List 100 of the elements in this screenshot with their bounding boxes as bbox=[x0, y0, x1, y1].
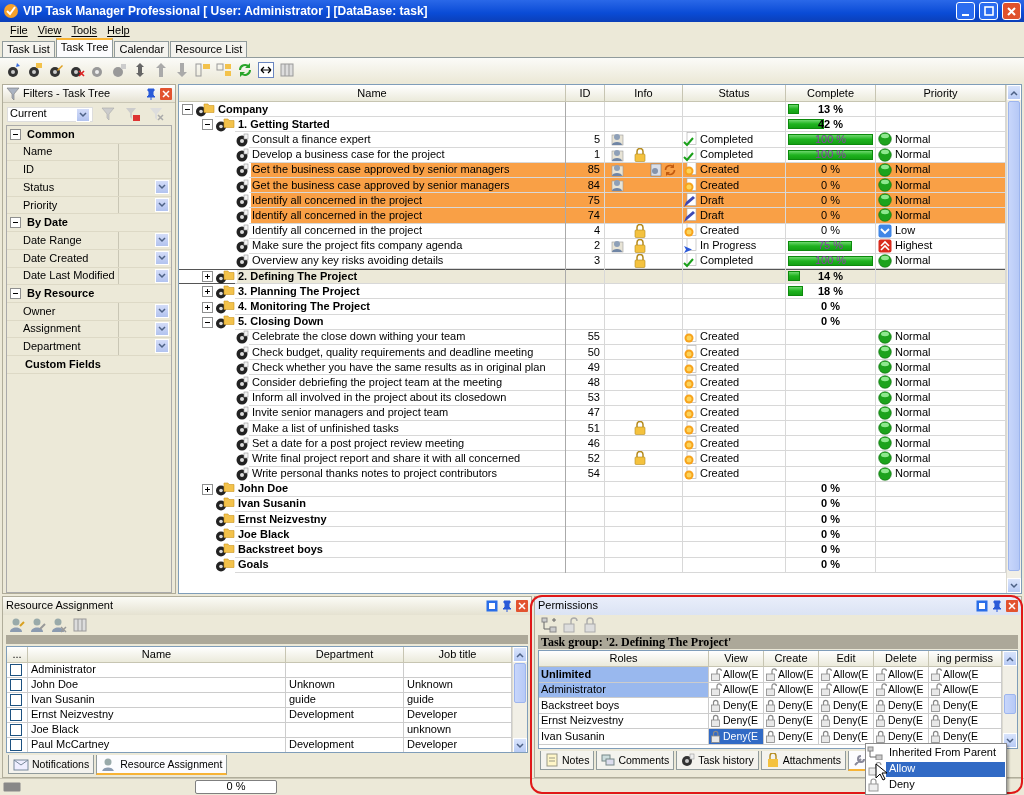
tab[interactable]: Task List bbox=[2, 40, 55, 57]
column-header[interactable]: Status bbox=[683, 85, 786, 101]
menu-item[interactable]: Inherited From Parent bbox=[886, 745, 1005, 761]
column-header[interactable]: ing permiss bbox=[929, 651, 1002, 667]
tree-row[interactable]: Joe Black 0 % bbox=[179, 527, 1006, 543]
permission-cell[interactable]: Allow(E bbox=[874, 667, 929, 683]
permission-cell[interactable]: Allow(E bbox=[929, 667, 1002, 683]
tree-row[interactable]: Make a list of unfinished tasks 51 Created Normal bbox=[179, 420, 1006, 437]
tree-row[interactable]: Set a date for a post project review meeting 46 Created Normal bbox=[179, 436, 1006, 452]
task-name[interactable]: Identify all concerned in the project bbox=[249, 208, 565, 224]
tab[interactable]: Resource Assignment bbox=[96, 755, 228, 775]
menu-item[interactable]: View bbox=[37, 24, 62, 38]
column-header[interactable]: Edit bbox=[819, 651, 874, 667]
permission-cell[interactable]: Allow(E bbox=[709, 682, 764, 698]
task-name[interactable]: Develop a business case for the project bbox=[249, 147, 565, 163]
tree-row[interactable]: Backstreet boys 0 % bbox=[179, 542, 1006, 558]
task-name[interactable]: Identify all concerned in the project bbox=[249, 223, 565, 239]
tree-row[interactable]: Develop a business case for the project 1 Completed 100 % Normal bbox=[179, 147, 1006, 163]
task-name[interactable]: Invite senior managers and project team bbox=[249, 405, 565, 421]
role-name[interactable]: Ivan Susanin bbox=[539, 729, 709, 745]
column-header[interactable]: Department bbox=[286, 647, 404, 663]
permission-cell[interactable]: Deny(E bbox=[764, 729, 819, 745]
menu-item[interactable]: Help bbox=[107, 24, 130, 38]
task-name[interactable]: 5. Closing Down bbox=[235, 314, 565, 330]
task-name[interactable]: 4. Monitoring The Project bbox=[235, 299, 565, 315]
column-header[interactable]: Name bbox=[179, 85, 566, 101]
task-name[interactable]: Joe Black bbox=[235, 527, 565, 543]
tree-row[interactable]: Make sure the project fits company agenda 2 In Progress 75 % Highest bbox=[179, 238, 1006, 254]
tree-row[interactable]: Identify all concerned in the project 4 Created 0 % Low bbox=[179, 223, 1006, 239]
tree-row[interactable]: Invite senior managers and project team 47 Created Normal bbox=[179, 405, 1006, 421]
task-name[interactable]: Check budget, quality requirements and deadline meeting bbox=[249, 345, 565, 361]
tab[interactable]: Notes bbox=[540, 751, 595, 770]
tree-row[interactable]: 4. Monitoring The Project 0 % bbox=[179, 299, 1006, 315]
tree-row[interactable]: Write personal thanks notes to project contributors 54 Created Normal bbox=[179, 466, 1006, 482]
permission-cell[interactable]: Allow(E bbox=[819, 667, 874, 683]
task-name[interactable]: Write final project report and share it with all concerned bbox=[249, 451, 565, 467]
permission-cell[interactable]: Deny(E bbox=[709, 729, 764, 745]
permission-cell[interactable]: Allow(E bbox=[764, 682, 819, 698]
permission-cell[interactable]: Deny(E bbox=[929, 713, 1002, 729]
tree-row[interactable]: Check whether you have the same results as in original plan 49 Created Normal bbox=[179, 360, 1006, 376]
task-name[interactable]: Set a date for a post project review meeting bbox=[249, 436, 565, 452]
menu-item[interactable]: Allow bbox=[886, 761, 1005, 777]
task-name[interactable]: Celebrate the close down withing your team bbox=[249, 329, 565, 345]
role-name[interactable]: Backstreet boys bbox=[539, 698, 709, 714]
tree-row[interactable]: Goals 0 % bbox=[179, 557, 1006, 573]
task-name[interactable]: Make sure the project fits company agenda bbox=[249, 238, 565, 254]
permission-cell[interactable]: Deny(E bbox=[819, 713, 874, 729]
tree-row[interactable]: 5. Closing Down 0 % bbox=[179, 314, 1006, 330]
task-name[interactable]: Check whether you have the same results as in original plan bbox=[249, 360, 565, 376]
permission-cell[interactable]: Deny(E bbox=[874, 713, 929, 729]
role-name[interactable]: Ernst Neizvestny bbox=[539, 713, 709, 729]
task-name[interactable]: Ivan Susanin bbox=[235, 496, 565, 513]
tab[interactable]: Calendar bbox=[114, 40, 170, 57]
tab[interactable]: Resource List bbox=[170, 40, 248, 57]
column-header[interactable]: Roles bbox=[539, 651, 709, 667]
tab[interactable]: Task history bbox=[676, 751, 759, 770]
task-name[interactable]: 2. Defining The Project bbox=[235, 269, 565, 285]
permission-cell[interactable]: Deny(E bbox=[929, 698, 1002, 714]
preset-dropdown[interactable]: Current bbox=[7, 106, 93, 122]
column-header[interactable]: Job title bbox=[404, 647, 512, 663]
permission-cell[interactable]: Deny(E bbox=[764, 698, 819, 714]
tab[interactable]: Task Tree bbox=[55, 37, 114, 57]
permission-cell[interactable]: Deny(E bbox=[764, 713, 819, 729]
role-name[interactable]: Unlimited bbox=[539, 667, 709, 683]
column-header[interactable]: Info bbox=[605, 85, 683, 101]
tree-row[interactable]: 3. Planning The Project 18 % bbox=[179, 284, 1006, 300]
task-name[interactable]: Write personal thanks notes to project contributors bbox=[249, 466, 565, 482]
tree-row[interactable]: John Doe 0 % bbox=[179, 481, 1006, 497]
tab[interactable]: Notifications bbox=[8, 755, 95, 774]
column-header[interactable]: ... bbox=[7, 647, 28, 663]
tree-row[interactable]: Consider debriefing the project team at the meeting 48 Created Normal bbox=[179, 375, 1006, 391]
menu-item[interactable]: Deny bbox=[886, 777, 1005, 793]
tree-row[interactable]: Celebrate the close down withing your team 55 Created Normal bbox=[179, 329, 1006, 345]
tree-row[interactable]: Check budget, quality requirements and deadline meeting 50 Created Normal bbox=[179, 345, 1006, 361]
column-header[interactable]: Name bbox=[28, 647, 286, 663]
tab[interactable]: Comments bbox=[596, 751, 675, 770]
permission-cell[interactable]: Allow(E bbox=[929, 682, 1002, 698]
permission-cell[interactable]: Allow(E bbox=[874, 682, 929, 698]
task-name[interactable]: Backstreet boys bbox=[235, 542, 565, 558]
tree-row[interactable]: Ivan Susanin 0 % bbox=[179, 496, 1006, 513]
task-name[interactable]: John Doe bbox=[235, 481, 565, 497]
column-header[interactable]: Complete bbox=[786, 85, 876, 101]
task-name[interactable]: Get the business case approved by senior managers bbox=[249, 162, 565, 178]
column-header[interactable]: View bbox=[709, 651, 764, 667]
task-name[interactable]: Goals bbox=[235, 557, 565, 573]
tree-row[interactable]: 2. Defining The Project 14 % bbox=[179, 269, 1006, 285]
menu-item[interactable]: File bbox=[10, 24, 28, 38]
tab[interactable]: Attachments bbox=[760, 751, 846, 770]
task-name[interactable]: Consult a finance expert bbox=[249, 132, 565, 148]
task-name[interactable]: 1. Getting Started bbox=[235, 117, 565, 133]
permission-cell[interactable]: Allow(E bbox=[709, 667, 764, 683]
permission-cell[interactable]: Deny(E bbox=[709, 698, 764, 714]
tree-row[interactable]: Ernst Neizvestny 0 % bbox=[179, 512, 1006, 528]
task-name[interactable]: Company bbox=[215, 102, 565, 118]
tree-row[interactable]: Company 13 % bbox=[179, 102, 1006, 118]
task-name[interactable]: Inform all involved in the project about its closedown bbox=[249, 390, 565, 406]
column-header[interactable]: ID bbox=[566, 85, 605, 101]
task-name[interactable]: Ernst Neizvestny bbox=[235, 512, 565, 528]
column-header[interactable]: Create bbox=[764, 651, 819, 667]
task-name[interactable]: Consider debriefing the project team at the meeting bbox=[249, 375, 565, 391]
